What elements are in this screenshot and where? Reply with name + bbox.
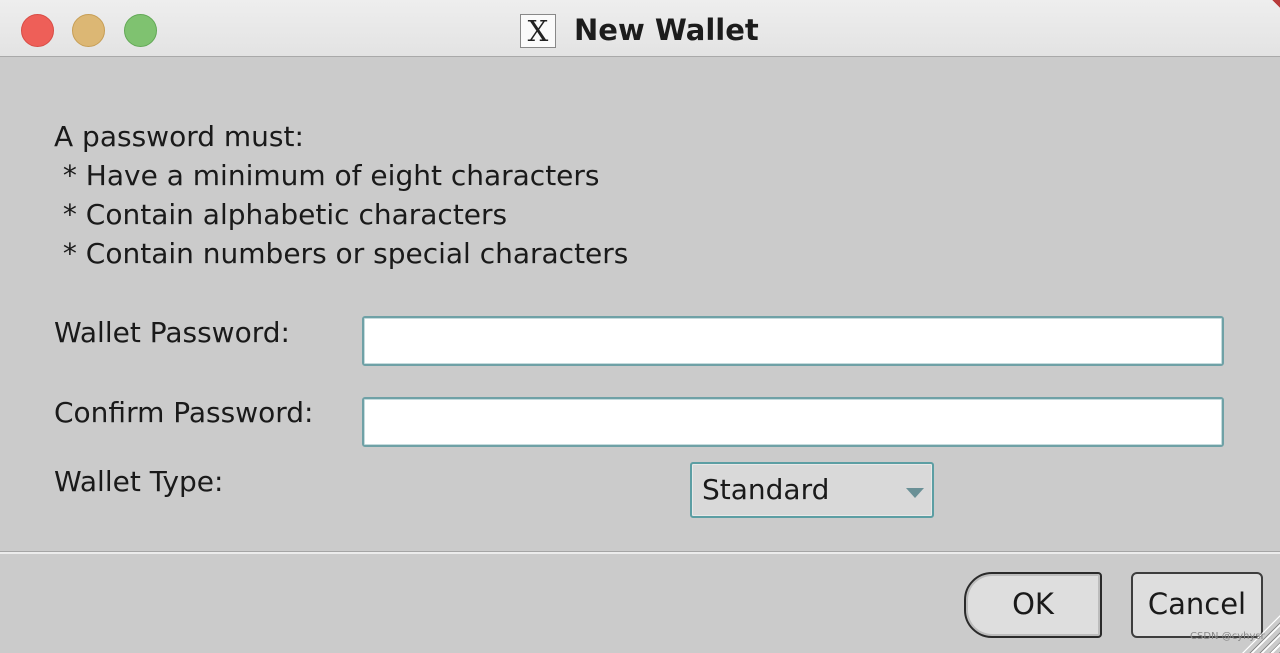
requirement-item: * Contain alphabetic characters: [54, 198, 508, 231]
window-title: New Wallet: [574, 13, 759, 47]
button-divider: [0, 552, 1280, 554]
wallet-password-label: Wallet Password:: [54, 316, 290, 349]
corner-mark: [1272, 0, 1280, 8]
watermark: CSDN @cyhysr: [1190, 631, 1265, 642]
wallet-type-label: Wallet Type:: [54, 465, 224, 498]
wallet-password-input[interactable]: [362, 316, 1224, 366]
x11-icon: X: [520, 14, 556, 48]
confirm-password-label: Confirm Password:: [54, 396, 314, 429]
window-titlebar: X New Wallet: [0, 0, 1280, 57]
requirements-heading: A password must:: [54, 120, 304, 153]
zoom-button[interactable]: [124, 14, 157, 47]
close-button[interactable]: [21, 14, 54, 47]
cancel-button[interactable]: Cancel: [1131, 572, 1263, 638]
requirement-item: * Have a minimum of eight characters: [54, 159, 600, 192]
minimize-button[interactable]: [72, 14, 105, 47]
requirement-item: * Contain numbers or special characters: [54, 237, 629, 270]
confirm-password-input[interactable]: [362, 397, 1224, 447]
wallet-type-select[interactable]: Standard: [690, 462, 934, 518]
ok-button[interactable]: OK: [964, 572, 1102, 638]
wallet-type-value: Standard: [702, 473, 830, 506]
chevron-down-icon: [906, 488, 924, 498]
